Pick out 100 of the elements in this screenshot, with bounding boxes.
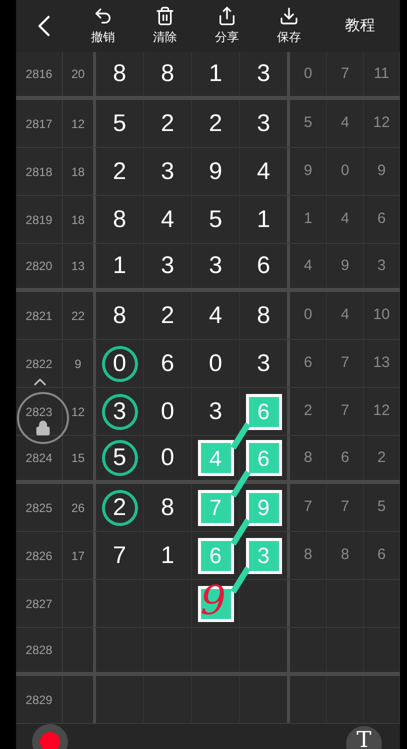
toolbar-button[interactable]: 清除 (134, 0, 196, 52)
extra-value: 9 (340, 256, 350, 276)
handwritten-digit: 9 (200, 580, 226, 620)
digit: 1 (208, 59, 222, 89)
digit: 3 (160, 251, 174, 281)
sum-value: 18 (71, 164, 85, 180)
digit: 6 (160, 348, 174, 378)
extra-value: 9 (377, 161, 386, 182)
digit: 1 (160, 540, 174, 570)
extra-value: 4 (340, 113, 350, 134)
issue-number: 2816 (26, 66, 52, 83)
toolbar-button[interactable]: 保存 (258, 0, 320, 52)
digit: 4 (208, 300, 222, 330)
digit: 8 (112, 59, 126, 89)
circled-digit: 2 (102, 490, 138, 526)
digit: 1 (256, 204, 270, 234)
digit: 8 (112, 204, 126, 234)
share-icon (217, 6, 237, 26)
issue-number: 2818 (26, 164, 52, 180)
circled-digit: 5 (102, 440, 138, 476)
toolbar-button[interactable]: 撤销 (72, 0, 134, 52)
highlighted-digit: 6 (198, 538, 234, 574)
extra-value: 4 (304, 256, 312, 276)
toolbar-button[interactable]: 分享 (196, 0, 258, 52)
extra-value: 0 (304, 305, 312, 326)
extra-value: 1 (304, 209, 312, 230)
extra-value: 10 (373, 305, 390, 326)
sum-value: 26 (71, 500, 85, 516)
tutorial-button[interactable]: 教程 (320, 0, 400, 52)
download-icon (279, 6, 299, 26)
issue-number: 2822 (26, 356, 52, 372)
sum-value: 17 (71, 548, 85, 564)
highlighted-digit: 9 (246, 490, 282, 526)
sum-value: 12 (71, 116, 85, 132)
highlighted-digit: 6 (246, 440, 282, 476)
digit: 2 (160, 300, 174, 330)
digit: 4 (256, 156, 270, 186)
extra-value: 8 (340, 545, 350, 566)
circled-digit: 0 (102, 346, 138, 382)
extra-value: 6 (377, 209, 386, 230)
issue-number: 2825 (26, 500, 52, 516)
issue-number: 2817 (26, 116, 52, 132)
digit: 3 (208, 251, 222, 281)
extra-value: 13 (373, 353, 390, 374)
highlighted-digit: 3 (246, 538, 282, 574)
extra-value: 7 (340, 64, 350, 84)
digit: 2 (112, 156, 126, 186)
extra-value: 12 (373, 113, 390, 134)
highlighted-digit: 7 (198, 490, 234, 526)
extra-value: 3 (377, 256, 386, 276)
sum-value: 15 (71, 450, 85, 467)
digit: 6 (256, 251, 270, 281)
digit: 4 (160, 204, 174, 234)
digit: 3 (208, 396, 222, 426)
lock-button[interactable] (17, 392, 69, 444)
issue-number: 2823 (26, 404, 52, 420)
digit: 8 (256, 300, 270, 330)
sum-value: 12 (71, 404, 85, 420)
digit: 0 (160, 443, 174, 473)
highlighted-digit: 6 (246, 394, 282, 430)
extra-value: 6 (340, 448, 350, 468)
digit: 5 (208, 204, 222, 234)
digit: 2 (160, 108, 174, 138)
extra-value: 8 (304, 448, 312, 468)
sum-value: 13 (71, 258, 85, 275)
text-tool-button[interactable]: T (346, 726, 382, 749)
extra-value: 2 (377, 448, 386, 468)
lock-icon (35, 420, 51, 436)
extra-value: 4 (340, 209, 350, 230)
extra-value: 7 (340, 401, 350, 422)
issue-number: 2826 (26, 548, 52, 564)
extra-value: 9 (304, 161, 312, 182)
digit: 3 (256, 59, 270, 89)
digit: 3 (256, 348, 270, 378)
issue-number: 2827 (26, 596, 52, 612)
issue-number: 2821 (26, 308, 52, 324)
digit: 1 (112, 251, 126, 281)
extra-value: 2 (304, 401, 312, 422)
extra-value: 7 (304, 497, 312, 518)
digit: 8 (112, 300, 126, 330)
trash-icon (155, 6, 175, 26)
digit: 0 (160, 396, 174, 426)
extra-value: 6 (304, 353, 312, 374)
digit: 3 (160, 156, 174, 186)
digit: 2 (208, 108, 222, 138)
extra-value: 0 (340, 161, 350, 182)
digit: 0 (208, 348, 222, 378)
extra-value: 8 (304, 545, 312, 566)
extra-value: 5 (304, 113, 312, 134)
digit: 8 (160, 492, 174, 522)
sum-value: 9 (74, 356, 82, 372)
extra-value: 5 (377, 497, 386, 518)
issue-number: 2828 (26, 642, 52, 659)
extra-value: 4 (340, 305, 350, 326)
extra-value: 6 (377, 545, 386, 566)
extra-value: 7 (340, 497, 350, 518)
issue-number: 2820 (26, 258, 52, 275)
issue-number: 2824 (26, 450, 52, 467)
extra-value: 7 (340, 353, 350, 374)
sum-value: 18 (71, 212, 85, 228)
